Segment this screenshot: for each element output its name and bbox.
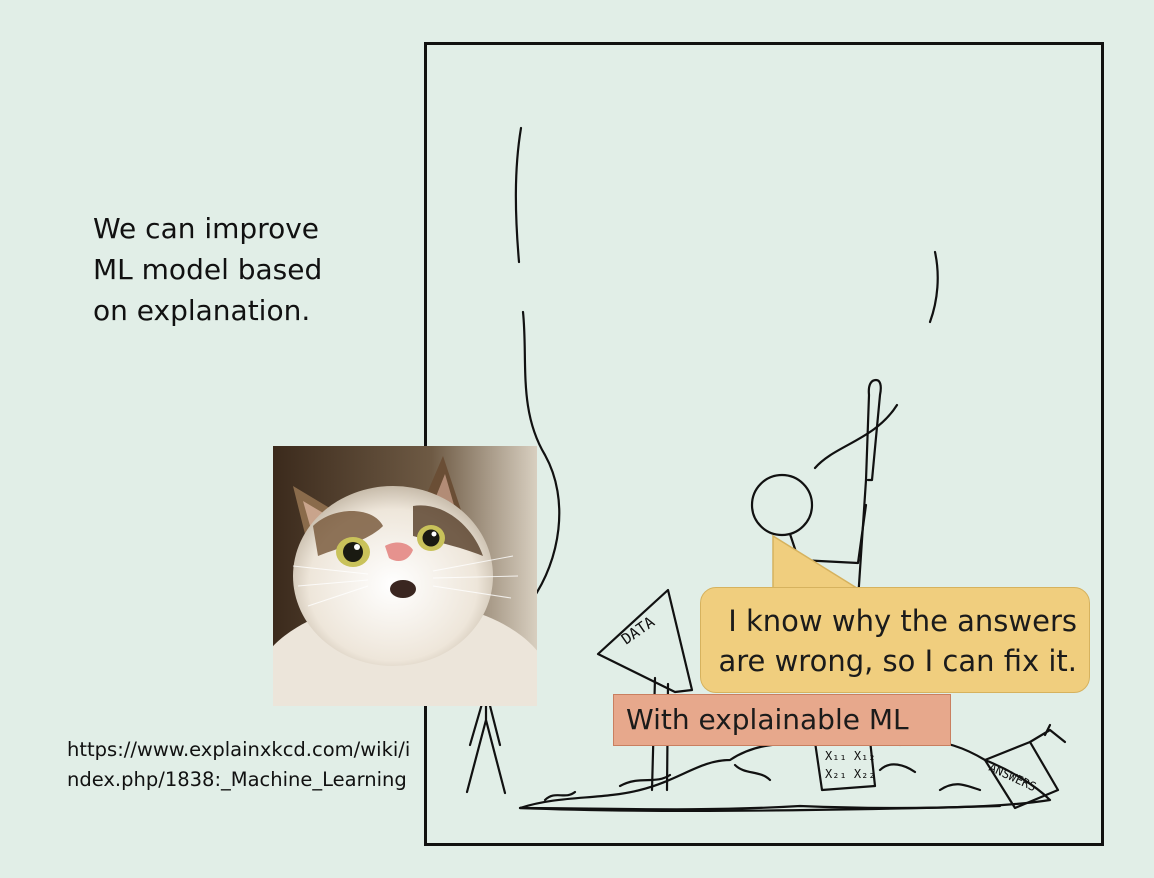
surprised-cat-photo (273, 446, 537, 706)
explainable-ml-label: With explainable ML (613, 694, 951, 746)
speech-bubble-tail (772, 534, 863, 596)
speech-bubble: I know why the answers are wrong, so I c… (700, 587, 1090, 693)
